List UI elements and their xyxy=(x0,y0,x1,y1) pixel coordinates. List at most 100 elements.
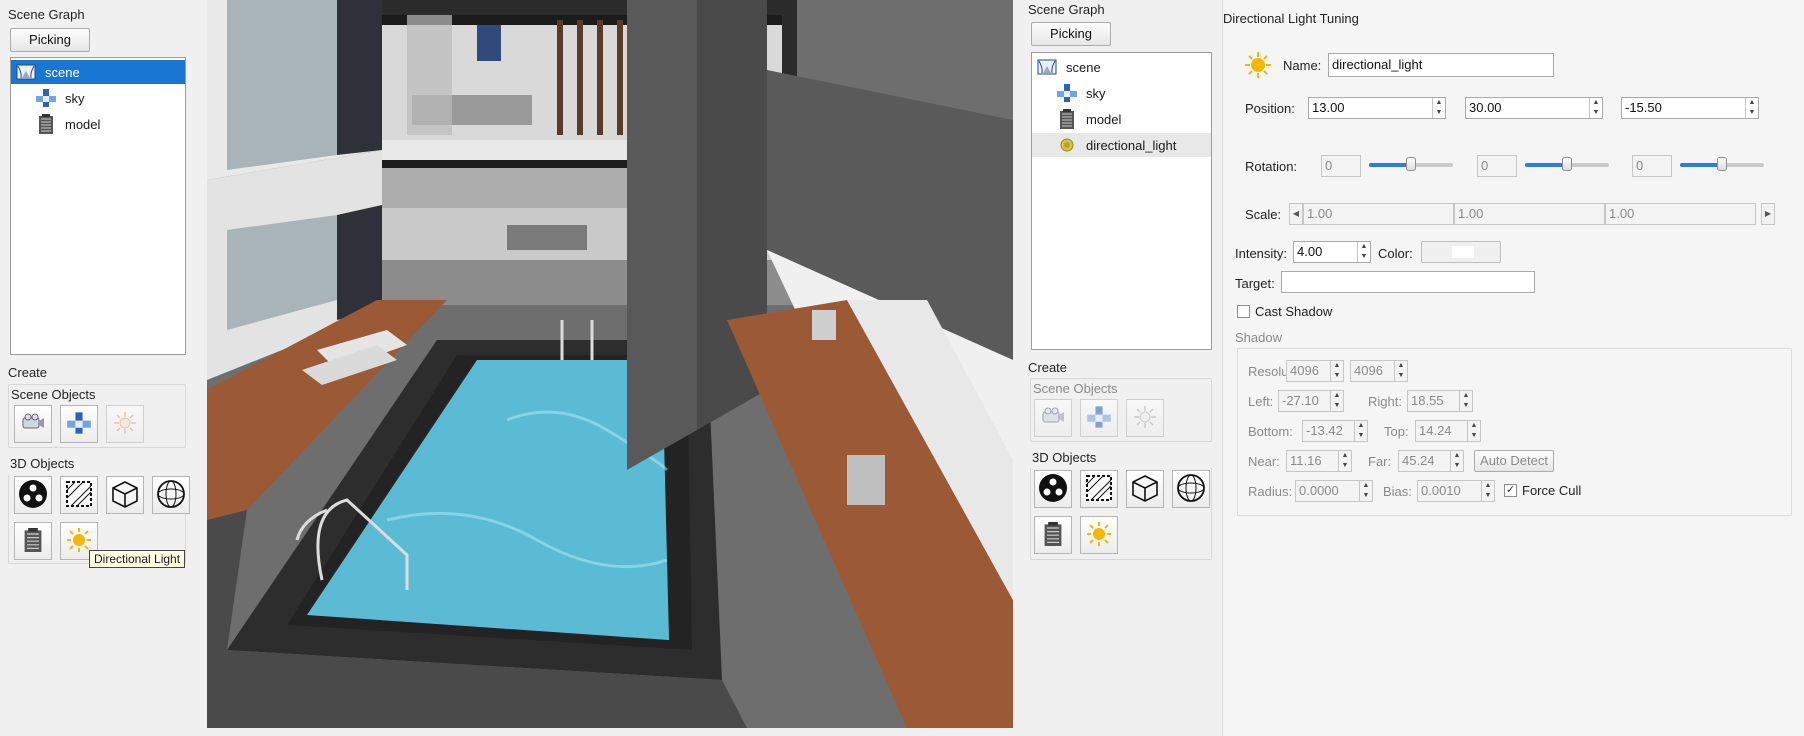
slider-fill xyxy=(1680,163,1722,167)
resolution-width-spinner[interactable]: ▲ ▼ xyxy=(1330,361,1343,381)
rotation-z-field[interactable]: 0 xyxy=(1632,155,1672,177)
resolution-width-field[interactable]: 4096 ▲ ▼ xyxy=(1286,360,1344,382)
scene-objects-group: Scene Objects xyxy=(1030,378,1212,442)
add-plane-button[interactable] xyxy=(60,476,98,514)
add-model-button[interactable] xyxy=(1034,516,1072,554)
resolution-height-value: 4096 xyxy=(1354,363,1383,378)
scale-scroll-left[interactable]: ◀ xyxy=(1289,203,1303,225)
shadow-group: Resolution: 4096 ▲ ▼ 4096 ▲ ▼ Left: -27.10… xyxy=(1237,348,1792,516)
near-field[interactable]: 11.16 ▲ ▼ xyxy=(1286,450,1352,472)
tree-item-sky[interactable]: sky xyxy=(11,86,185,110)
rotation-y-field[interactable]: 0 xyxy=(1477,155,1517,177)
add-model-button[interactable] xyxy=(14,522,52,560)
rotation-x-slider[interactable] xyxy=(1369,157,1453,171)
tree-item-scene[interactable]: scene xyxy=(1032,55,1211,79)
slider-knob[interactable] xyxy=(1717,157,1727,171)
rotation-x-field[interactable]: 0 xyxy=(1321,155,1361,177)
bottom-field[interactable]: -13.42 ▲ ▼ xyxy=(1302,420,1368,442)
add-light-button[interactable] xyxy=(106,405,144,443)
position-y-value: 30.00 xyxy=(1469,100,1502,115)
near-spinner[interactable]: ▲ ▼ xyxy=(1338,451,1351,471)
add-sphere-button[interactable] xyxy=(152,476,190,514)
resolution-height-spinner[interactable]: ▲ ▼ xyxy=(1394,361,1407,381)
tree-item-sky[interactable]: sky xyxy=(1032,81,1211,105)
tree-item-scene[interactable]: scene xyxy=(11,60,185,84)
tuning-title: Directional Light Tuning xyxy=(1223,11,1359,26)
scale-y-field[interactable]: 1.00 xyxy=(1454,203,1605,225)
sky-icon xyxy=(1086,405,1112,432)
top-field[interactable]: 14.24 ▲ ▼ xyxy=(1415,420,1481,442)
force-cull-label: Force Cull xyxy=(1522,483,1582,498)
scene-objects-label: Scene Objects xyxy=(11,387,96,402)
scene-tree[interactable]: scene sky model xyxy=(10,57,186,355)
slider-knob[interactable] xyxy=(1562,157,1572,171)
auto-detect-button[interactable]: Auto Detect xyxy=(1474,450,1554,472)
add-plane-button[interactable] xyxy=(1080,470,1118,508)
add-camera-button[interactable] xyxy=(14,405,52,443)
add-sky-button[interactable] xyxy=(1080,399,1118,437)
bias-spinner[interactable]: ▲ ▼ xyxy=(1481,481,1494,501)
add-sky-button[interactable] xyxy=(60,405,98,443)
scene-objects-label: Scene Objects xyxy=(1033,381,1118,396)
intensity-spinner[interactable]: ▲ ▼ xyxy=(1357,242,1370,262)
3d-objects-group xyxy=(1030,468,1212,560)
tree-item-label: sky xyxy=(65,90,85,106)
far-spinner[interactable]: ▲ ▼ xyxy=(1450,451,1463,471)
name-field[interactable]: directional_light xyxy=(1328,53,1554,77)
bottom-spinner[interactable]: ▲ ▼ xyxy=(1354,421,1367,441)
radius-field[interactable]: 0.0000 ▲ ▼ xyxy=(1295,480,1373,502)
add-sphere-button[interactable] xyxy=(1172,470,1210,508)
shadow-group-label: Shadow xyxy=(1235,330,1282,345)
top-label: Top: xyxy=(1384,424,1409,439)
position-y-field[interactable]: 30.00 ▲ ▼ xyxy=(1465,97,1603,119)
color-swatch xyxy=(1452,246,1474,258)
add-particles-button[interactable] xyxy=(1034,470,1072,508)
position-x-spinner[interactable]: ▲ ▼ xyxy=(1432,98,1445,118)
color-picker-button[interactable] xyxy=(1421,241,1501,263)
far-label: Far: xyxy=(1368,454,1392,469)
bias-field[interactable]: 0.0010 ▲ ▼ xyxy=(1417,480,1495,502)
picking-button[interactable]: Picking xyxy=(10,28,90,52)
left-field[interactable]: -27.10 ▲ ▼ xyxy=(1278,390,1344,412)
resolution-height-field[interactable]: 4096 ▲ ▼ xyxy=(1350,360,1408,382)
3d-viewport[interactable] xyxy=(207,0,1013,728)
force-cull-checkbox[interactable]: ✓ xyxy=(1504,484,1517,497)
position-z-field[interactable]: -15.50 ▲ ▼ xyxy=(1621,97,1759,119)
tree-item-directional-light[interactable]: directional_light xyxy=(1032,133,1211,157)
bottom-label: Bottom: xyxy=(1248,424,1293,439)
tree-item-model[interactable]: model xyxy=(11,112,185,136)
add-particles-button[interactable] xyxy=(14,476,52,514)
camera-icon xyxy=(20,412,46,437)
scale-scroll-right[interactable]: ▶ xyxy=(1761,203,1775,225)
scene-tree[interactable]: scene sky model directional_light xyxy=(1031,52,1212,350)
bias-value: 0.0010 xyxy=(1421,483,1461,498)
tree-item-model[interactable]: model xyxy=(1032,107,1211,131)
radius-spinner[interactable]: ▲ ▼ xyxy=(1359,481,1372,501)
scale-z-field[interactable]: 1.00 xyxy=(1605,203,1756,225)
scale-label: Scale: xyxy=(1245,207,1282,222)
sky-icon xyxy=(66,411,92,438)
tree-item-label: scene xyxy=(1066,59,1101,75)
near-label: Near: xyxy=(1248,454,1280,469)
intensity-field[interactable]: 4.00 ▲ ▼ xyxy=(1293,241,1371,263)
add-light-button[interactable] xyxy=(1126,399,1164,437)
top-spinner[interactable]: ▲ ▼ xyxy=(1467,421,1480,441)
position-x-field[interactable]: 13.00 ▲ ▼ xyxy=(1308,97,1446,119)
slider-knob[interactable] xyxy=(1406,157,1416,171)
add-box-button[interactable] xyxy=(1126,470,1164,508)
right-spinner[interactable]: ▲ ▼ xyxy=(1459,391,1472,411)
scale-x-field[interactable]: 1.00 xyxy=(1303,203,1454,225)
position-y-spinner[interactable]: ▲ ▼ xyxy=(1589,98,1602,118)
position-z-spinner[interactable]: ▲ ▼ xyxy=(1745,98,1758,118)
target-field[interactable] xyxy=(1281,271,1535,293)
add-directional-light-button[interactable] xyxy=(1080,516,1118,554)
add-box-button[interactable] xyxy=(106,476,144,514)
rotation-z-slider[interactable] xyxy=(1680,157,1764,171)
add-camera-button[interactable] xyxy=(1034,399,1072,437)
right-field[interactable]: 18.55 ▲ ▼ xyxy=(1407,390,1473,412)
far-field[interactable]: 45.24 ▲ ▼ xyxy=(1398,450,1464,472)
cast-shadow-checkbox[interactable] xyxy=(1237,305,1250,318)
picking-button[interactable]: Picking xyxy=(1031,22,1111,46)
rotation-y-slider[interactable] xyxy=(1525,157,1609,171)
left-spinner[interactable]: ▲ ▼ xyxy=(1330,391,1343,411)
